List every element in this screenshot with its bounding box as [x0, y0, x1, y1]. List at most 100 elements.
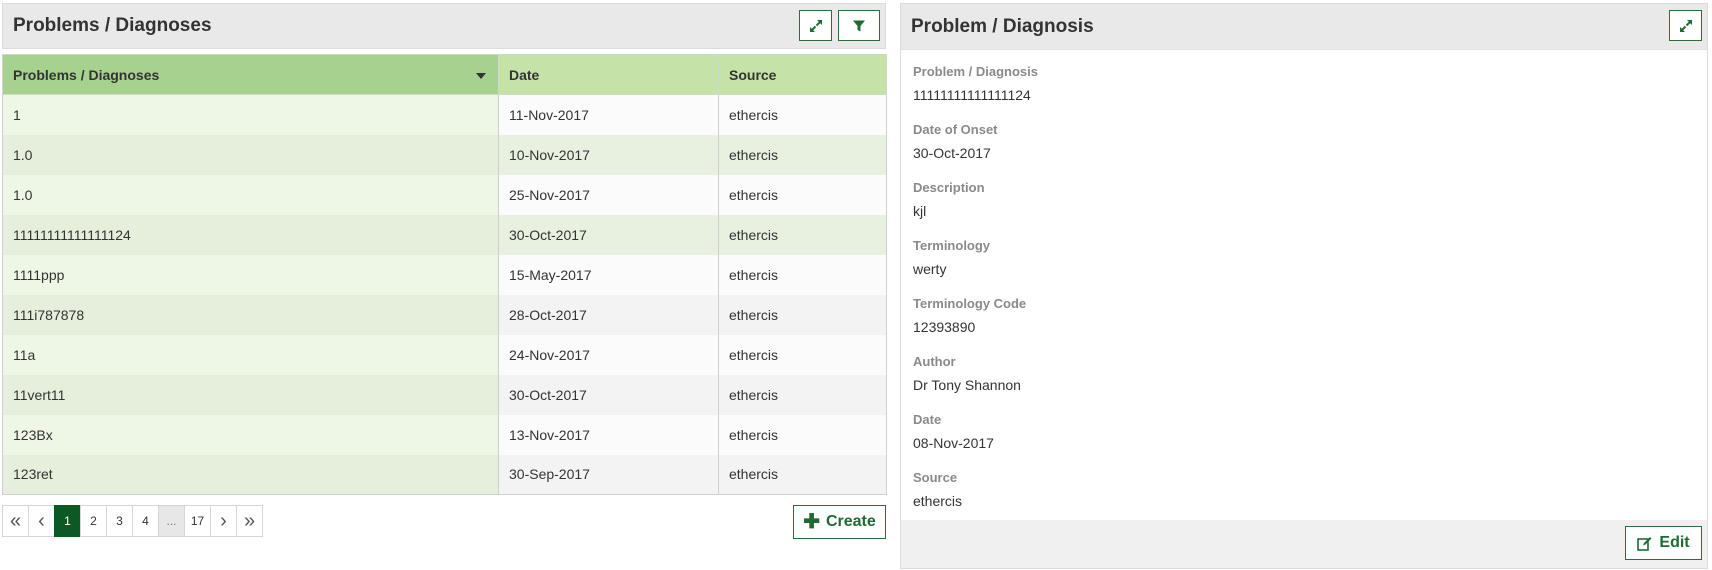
page-button-last-number[interactable]: 17	[184, 505, 211, 537]
table-row[interactable]: 11vert11 30-Oct-2017 ethercis	[2, 374, 887, 415]
field-value: Dr Tony Shannon	[913, 377, 1021, 393]
expand-button[interactable]	[1669, 10, 1702, 41]
field-value: ethercis	[913, 493, 963, 509]
column-header-date[interactable]: Date	[498, 54, 719, 95]
column-header-label: Problems / Diagnoses	[13, 66, 160, 83]
cell-problem: 1.0	[2, 174, 499, 215]
filter-funnel-icon	[853, 20, 865, 31]
expand-arrows-icon	[809, 19, 822, 32]
cell-date: 30-Oct-2017	[498, 374, 719, 415]
pagination: « ‹ 1 2 3 4 ... 17 › »	[2, 505, 263, 537]
cell-problem: 111i787878	[2, 294, 499, 335]
table-row[interactable]: 1.0 25-Nov-2017 ethercis	[2, 174, 887, 215]
cell-source: ethercis	[718, 294, 887, 335]
table-row[interactable]: 1.0 10-Nov-2017 ethercis	[2, 134, 887, 175]
cell-date: 15-May-2017	[498, 254, 719, 295]
detail-field-terminology-code: Terminology Code 12393890	[913, 296, 1707, 354]
page-button-2[interactable]: 2	[80, 505, 107, 537]
field-label: Problem / Diagnosis	[913, 64, 1038, 79]
edit-button-label: Edit	[1659, 534, 1690, 551]
column-header-label: Source	[729, 66, 777, 83]
cell-date: 25-Nov-2017	[498, 174, 719, 215]
expand-arrows-icon	[1679, 19, 1692, 32]
table-row[interactable]: 11a 24-Nov-2017 ethercis	[2, 334, 887, 375]
cell-date: 28-Oct-2017	[498, 294, 719, 335]
problem-detail-fields: Problem / Diagnosis 11111111111111124 Da…	[901, 50, 1707, 528]
page-button-1[interactable]: 1	[54, 505, 81, 537]
field-value: 30-Oct-2017	[913, 145, 991, 161]
cell-date: 13-Nov-2017	[498, 414, 719, 455]
plus-icon: ✚	[803, 511, 820, 533]
cell-problem: 1	[2, 94, 499, 135]
problems-list-panel: Problems / Diagnoses Problems / Diagnose…	[2, 3, 887, 539]
next-page-button[interactable]: ›	[210, 505, 237, 537]
filter-button[interactable]	[838, 10, 880, 41]
detail-field-description: Description kjl	[913, 180, 1707, 238]
cell-problem: 1.0	[2, 134, 499, 175]
detail-field-author: Author Dr Tony Shannon	[913, 354, 1707, 412]
first-page-button[interactable]: «	[2, 505, 29, 537]
field-label: Terminology Code	[913, 296, 1027, 311]
page-button-3[interactable]: 3	[106, 505, 133, 537]
field-label: Author	[913, 354, 956, 369]
pagination-ellipsis: ...	[158, 505, 185, 537]
page-button-4[interactable]: 4	[132, 505, 159, 537]
edit-button[interactable]: Edit	[1625, 526, 1702, 560]
sort-caret-down-icon	[476, 73, 486, 79]
problems-list-title: Problems / Diagnoses	[13, 15, 212, 36]
cell-problem: 123ret	[2, 454, 499, 495]
field-value: 08-Nov-2017	[913, 435, 994, 451]
field-label: Date	[913, 412, 942, 427]
problems-list-header: Problems / Diagnoses	[2, 3, 886, 49]
expand-button[interactable]	[799, 10, 832, 41]
cell-date: 30-Oct-2017	[498, 214, 719, 255]
cell-problem: 123Bx	[2, 414, 499, 455]
cell-source: ethercis	[718, 334, 887, 375]
table-row[interactable]: 1111ppp 15-May-2017 ethercis	[2, 254, 887, 295]
cell-source: ethercis	[718, 414, 887, 455]
problem-detail-title: Problem / Diagnosis	[911, 15, 1094, 37]
cell-source: ethercis	[718, 174, 887, 215]
field-value: kjl	[913, 203, 927, 219]
table-row[interactable]: 123Bx 13-Nov-2017 ethercis	[2, 414, 887, 455]
cell-date: 11-Nov-2017	[498, 94, 719, 135]
cell-source: ethercis	[718, 134, 887, 175]
problems-table: Problems / Diagnoses Date Source 1 11-No…	[2, 54, 887, 495]
cell-problem: 1111ppp	[2, 254, 499, 295]
column-header-problem[interactable]: Problems / Diagnoses	[2, 54, 499, 95]
cell-source: ethercis	[718, 254, 887, 295]
cell-source: ethercis	[718, 214, 887, 255]
column-header-label: Date	[509, 66, 540, 83]
field-label: Terminology	[913, 238, 991, 253]
field-value: werty	[913, 261, 947, 277]
cell-problem: 11a	[2, 334, 499, 375]
table-row[interactable]: 11111111111111124 30-Oct-2017 ethercis	[2, 214, 887, 255]
field-value: 11111111111111124	[913, 87, 1031, 103]
table-row[interactable]: 123ret 30-Sep-2017 ethercis	[2, 454, 887, 495]
field-label: Description	[913, 180, 985, 195]
create-button-label: Create	[825, 513, 876, 530]
detail-field-date: Date 08-Nov-2017	[913, 412, 1707, 470]
table-row[interactable]: 1 11-Nov-2017 ethercis	[2, 94, 887, 135]
create-button[interactable]: ✚ Create	[793, 505, 886, 539]
detail-field-date-of-onset: Date of Onset 30-Oct-2017	[913, 122, 1707, 180]
cell-date: 10-Nov-2017	[498, 134, 719, 175]
cell-source: ethercis	[718, 454, 887, 495]
edit-pencil-icon	[1637, 536, 1652, 551]
cell-date: 30-Sep-2017	[498, 454, 719, 495]
problem-detail-panel: Problem / Diagnosis Problem / Diagnosis …	[900, 3, 1708, 569]
cell-source: ethercis	[718, 374, 887, 415]
problem-detail-footer: Edit	[901, 520, 1707, 568]
cell-date: 24-Nov-2017	[498, 334, 719, 375]
detail-field-problem: Problem / Diagnosis 11111111111111124	[913, 64, 1707, 122]
cell-problem: 11vert11	[2, 374, 499, 415]
field-label: Source	[913, 470, 958, 485]
table-row[interactable]: 111i787878 28-Oct-2017 ethercis	[2, 294, 887, 335]
problem-detail-header: Problem / Diagnosis	[901, 4, 1707, 50]
field-label: Date of Onset	[913, 122, 998, 137]
column-header-source[interactable]: Source	[718, 54, 887, 95]
cell-source: ethercis	[718, 94, 887, 135]
detail-field-terminology: Terminology werty	[913, 238, 1707, 296]
last-page-button[interactable]: »	[236, 505, 263, 537]
prev-page-button[interactable]: ‹	[28, 505, 55, 537]
